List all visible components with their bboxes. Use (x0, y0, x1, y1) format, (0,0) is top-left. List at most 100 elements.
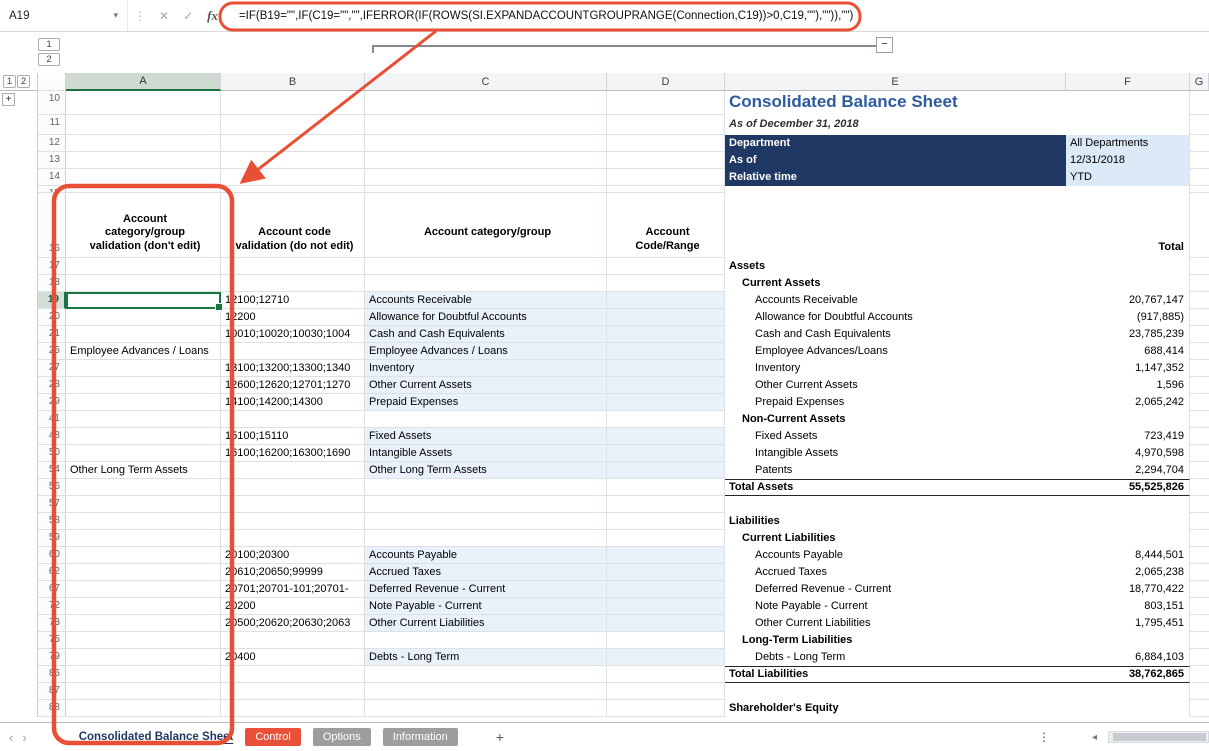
cell-c[interactable]: Other Current Liabilities (365, 615, 607, 632)
cell-c[interactable]: Allowance for Doubtful Accounts (365, 309, 607, 326)
cell-c[interactable]: Debts - Long Term (365, 649, 607, 666)
cell-c[interactable] (365, 530, 607, 547)
column-header-g[interactable]: G (1190, 73, 1209, 91)
cell-f[interactable]: 2,065,242 (1066, 394, 1190, 411)
cell-b[interactable] (221, 343, 365, 360)
cell-e[interactable]: Shareholder's Equity (725, 700, 1066, 717)
cell-a[interactable] (66, 683, 221, 700)
cell-a[interactable] (66, 513, 221, 530)
cell-f[interactable] (1066, 632, 1190, 649)
row-header[interactable]: 12 (38, 135, 66, 152)
cell-a[interactable] (66, 445, 221, 462)
row-header[interactable]: 88 (38, 700, 66, 717)
cell-f[interactable] (1066, 258, 1190, 275)
row-header[interactable]: 72 (38, 598, 66, 615)
cell-b[interactable] (221, 666, 365, 683)
cell-b[interactable]: 16100;16200;16300;1690 (221, 445, 365, 462)
cell-c[interactable] (365, 700, 607, 717)
cell-d[interactable] (607, 186, 725, 193)
cell-e[interactable]: Current Assets (725, 275, 1066, 292)
cell-b[interactable] (221, 135, 365, 152)
cell-e[interactable]: Debts - Long Term (725, 649, 1066, 666)
cell-d[interactable] (607, 547, 725, 564)
cell-d[interactable] (607, 649, 725, 666)
row-header[interactable]: 62 (38, 564, 66, 581)
prev-sheet-icon[interactable]: ‹ (9, 730, 13, 745)
cell-b[interactable]: 14100;14200;14300 (221, 394, 365, 411)
cell-a[interactable] (66, 428, 221, 445)
cell-d[interactable] (607, 632, 725, 649)
cell-b[interactable]: 15100;15110 (221, 428, 365, 445)
cell-d[interactable] (607, 115, 725, 135)
cell-f[interactable]: 2,294,704 (1066, 462, 1190, 479)
cell-f[interactable]: 55,525,826 (1066, 479, 1190, 496)
cell-d[interactable] (607, 564, 725, 581)
cell-a[interactable] (66, 115, 221, 135)
row-header[interactable]: 17 (38, 258, 66, 275)
row-header[interactable]: 67 (38, 581, 66, 598)
cell-f[interactable]: 38,762,865 (1066, 666, 1190, 683)
cell-f[interactable]: 23,785,239 (1066, 326, 1190, 343)
cell-f[interactable] (1066, 530, 1190, 547)
column-header-a[interactable]: A (66, 73, 221, 91)
cell-d[interactable] (607, 581, 725, 598)
row-header[interactable]: 41 (38, 411, 66, 428)
cell-a[interactable] (66, 530, 221, 547)
cell-b[interactable] (221, 169, 365, 186)
cell-d[interactable] (607, 326, 725, 343)
cell-f[interactable]: 1,596 (1066, 377, 1190, 394)
row-header[interactable]: 14 (38, 169, 66, 186)
cell-a[interactable] (66, 666, 221, 683)
cell-e[interactable]: Note Payable - Current (725, 598, 1066, 615)
cell-c[interactable]: Accounts Receivable (365, 292, 607, 309)
cell-f[interactable]: 4,970,598 (1066, 445, 1190, 462)
cell-c[interactable] (365, 411, 607, 428)
cell-b[interactable]: 13100;13200;13300;1340 (221, 360, 365, 377)
cell-b[interactable]: 20200 (221, 598, 365, 615)
cell-e[interactable]: Allowance for Doubtful Accounts (725, 309, 1066, 326)
cell-b[interactable] (221, 115, 365, 135)
cell-e[interactable]: Accounts Payable (725, 547, 1066, 564)
cell-d[interactable] (607, 411, 725, 428)
cell-b[interactable]: 20400 (221, 649, 365, 666)
row-header[interactable]: 59 (38, 530, 66, 547)
cell-a[interactable]: Other Long Term Assets (66, 462, 221, 479)
cell-e[interactable]: Fixed Assets (725, 428, 1066, 445)
cell-c[interactable] (365, 683, 607, 700)
cell-a[interactable] (66, 258, 221, 275)
cell-d[interactable] (607, 479, 725, 496)
row-header[interactable]: 10 (38, 91, 66, 115)
cell-d[interactable] (607, 462, 725, 479)
row-header[interactable]: 73 (38, 615, 66, 632)
cell-e[interactable]: Employee Advances/Loans (725, 343, 1066, 360)
cell-c[interactable]: Note Payable - Current (365, 598, 607, 615)
cell-e[interactable]: Liabilities (725, 513, 1066, 530)
cell-f[interactable]: All Departments (1066, 135, 1190, 152)
column-header-d[interactable]: D (607, 73, 725, 91)
cell-c[interactable]: Accounts Payable (365, 547, 607, 564)
cell-d[interactable] (607, 258, 725, 275)
next-sheet-icon[interactable]: › (22, 730, 26, 745)
row-header[interactable]: 19 (38, 292, 66, 309)
cell-d[interactable] (607, 135, 725, 152)
cell-e[interactable]: As of December 31, 2018 (725, 115, 1066, 135)
cell-e[interactable]: Total Assets (725, 479, 1066, 496)
row-header[interactable]: 25 (38, 343, 66, 360)
cell-f[interactable] (1066, 411, 1190, 428)
cell-b[interactable]: 10010;10020;10030;1004 (221, 326, 365, 343)
sheet-tab-information[interactable]: Information (383, 728, 458, 746)
cell-b[interactable]: 12200 (221, 309, 365, 326)
cell-c[interactable] (365, 169, 607, 186)
row-header[interactable]: 29 (38, 394, 66, 411)
cell-d[interactable] (607, 598, 725, 615)
cell-a[interactable] (66, 186, 221, 193)
cell-b[interactable]: 20701;20701-101;20701- (221, 581, 365, 598)
cell-a[interactable] (66, 615, 221, 632)
cell-f[interactable]: 18,770,422 (1066, 581, 1190, 598)
cell-b[interactable]: 20610;20650;99999 (221, 564, 365, 581)
active-cell[interactable] (66, 292, 221, 309)
row-header[interactable]: 50 (38, 445, 66, 462)
cell-c[interactable] (365, 91, 607, 115)
cell-d[interactable] (607, 377, 725, 394)
row-header[interactable]: 87 (38, 683, 66, 700)
